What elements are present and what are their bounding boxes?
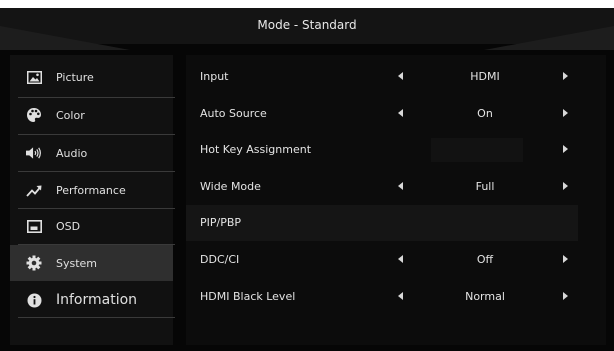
sidebar-item-label: System — [56, 256, 98, 270]
sidebar-item-audio[interactable]: Audio — [10, 135, 173, 171]
arrow-right-icon[interactable] — [563, 109, 568, 117]
setting-value: HDMI — [470, 70, 500, 83]
setting-value: Off — [476, 253, 494, 266]
setting-row-wide-mode[interactable]: Wide Mode Full — [186, 169, 578, 205]
setting-value-box — [431, 138, 523, 162]
sidebar-item-label: Performance — [56, 183, 126, 197]
setting-name: Wide Mode — [200, 180, 261, 193]
palette-icon — [26, 107, 42, 123]
setting-row-ddc-ci[interactable]: DDC/CI Off — [186, 242, 578, 278]
setting-name: Auto Source — [200, 107, 267, 120]
setting-row-hdmi-black-level[interactable]: HDMI Black Level Normal — [186, 279, 578, 315]
setting-row-auto-source[interactable]: Auto Source On — [186, 96, 578, 132]
setting-name: PIP/PBP — [200, 216, 242, 229]
sidebar-item-label: Audio — [56, 146, 88, 160]
sidebar-item-system[interactable]: System — [10, 245, 173, 281]
sidebar-item-label: Color — [56, 108, 85, 122]
setting-name: Hot Key Assignment — [200, 143, 312, 156]
arrow-right-icon[interactable] — [563, 255, 568, 263]
osd-window-icon — [26, 218, 42, 234]
setting-name: DDC/CI — [200, 253, 240, 266]
setting-row-input[interactable]: Input HDMI — [186, 59, 578, 95]
settings-panel: Input HDMI Auto Source On Hot Key Assign… — [186, 55, 606, 345]
arrow-right-icon[interactable] — [563, 145, 568, 153]
osd-sidebar: Picture Color Audio Performance OSD Syst… — [10, 55, 175, 345]
arrow-left-icon[interactable] — [398, 292, 403, 300]
arrow-left-icon[interactable] — [398, 72, 403, 80]
picture-icon — [26, 69, 42, 85]
arrow-right-icon[interactable] — [563, 292, 568, 300]
trend-up-icon — [26, 182, 42, 198]
setting-value: Full — [475, 180, 495, 193]
sidebar-item-information[interactable]: Information — [10, 282, 173, 318]
speaker-icon — [26, 145, 42, 161]
sidebar-item-label: Picture — [56, 70, 94, 84]
monitor-osd-menu: Mode - Standard Picture Color Audio Perf… — [0, 8, 614, 351]
sidebar-item-label: OSD — [56, 219, 81, 233]
setting-name: HDMI Black Level — [200, 290, 296, 303]
arrow-left-icon[interactable] — [398, 255, 403, 263]
arrow-right-icon[interactable] — [563, 182, 568, 190]
setting-row-hot-key-assignment[interactable]: Hot Key Assignment — [186, 132, 578, 168]
osd-header: Mode - Standard — [0, 8, 614, 50]
info-icon — [26, 292, 42, 308]
sidebar-item-performance[interactable]: Performance — [10, 172, 173, 208]
setting-value: Normal — [465, 290, 505, 303]
mode-title: Mode - Standard — [257, 18, 357, 32]
sidebar-item-picture[interactable]: Picture — [10, 59, 173, 95]
setting-name: Input — [200, 70, 229, 83]
arrow-right-icon[interactable] — [563, 72, 568, 80]
setting-value: On — [477, 107, 493, 120]
arrow-left-icon[interactable] — [398, 109, 403, 117]
arrow-left-icon[interactable] — [398, 182, 403, 190]
sidebar-item-osd[interactable]: OSD — [10, 208, 173, 244]
sidebar-item-label: Information — [56, 292, 138, 308]
gear-icon — [26, 255, 42, 271]
setting-row-pip-pbp[interactable]: PIP/PBP — [186, 205, 578, 241]
sidebar-divider — [18, 317, 175, 318]
sidebar-item-color[interactable]: Color — [10, 97, 173, 133]
